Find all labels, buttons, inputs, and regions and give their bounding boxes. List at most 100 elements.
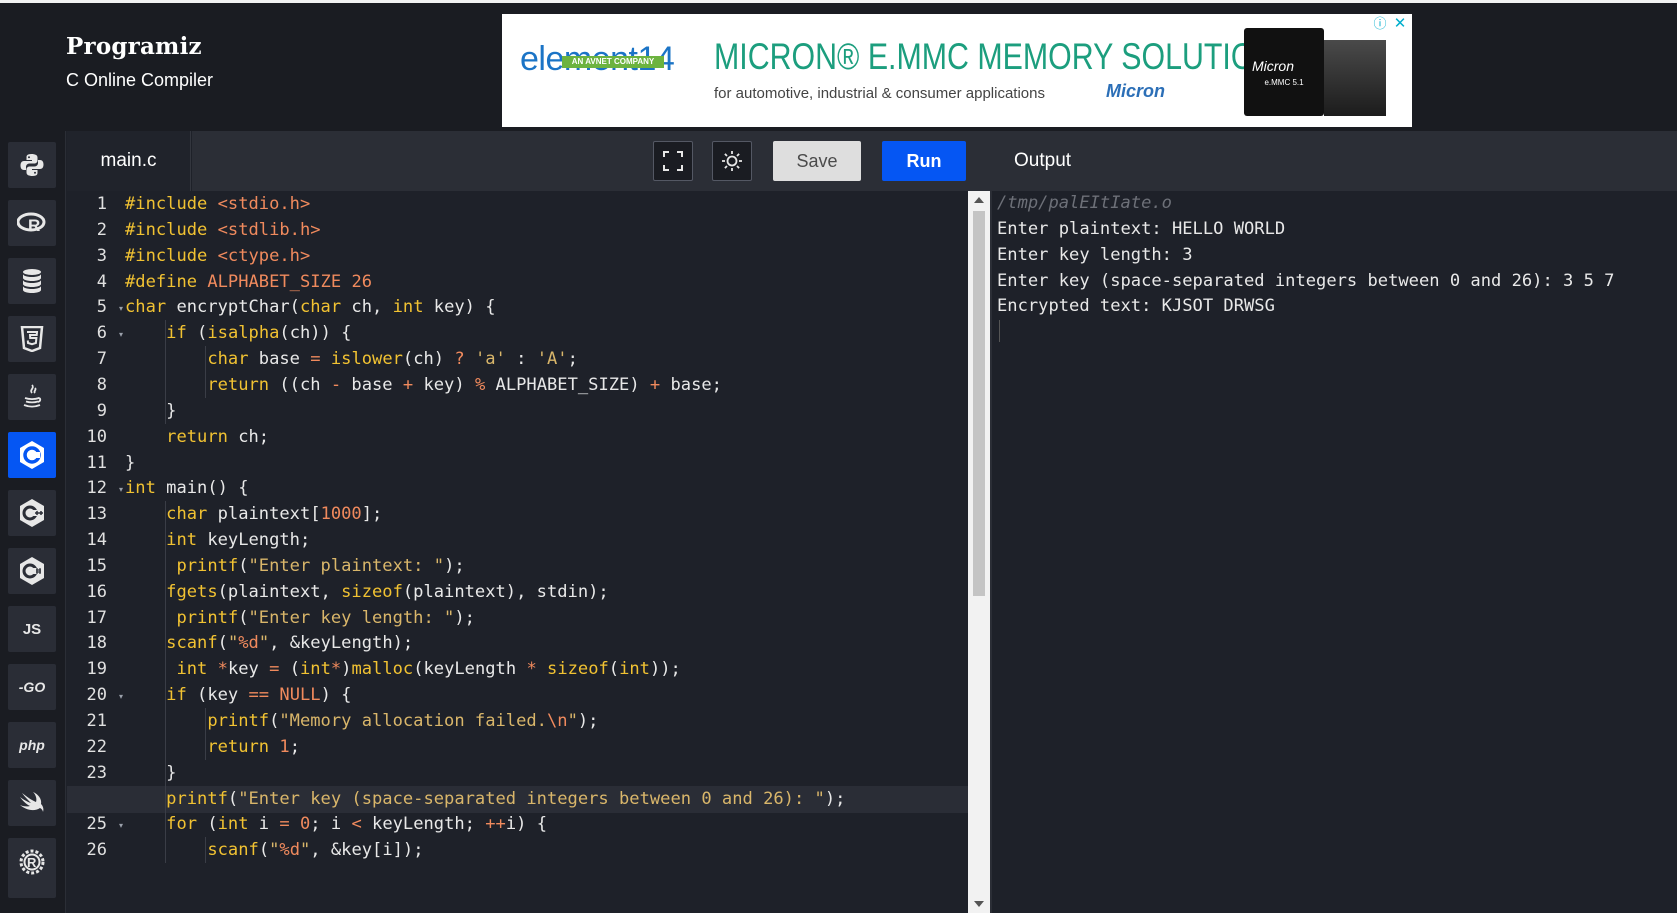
tab-main-c[interactable]: main.c (67, 131, 191, 191)
micron-logo: Micron (1106, 81, 1166, 101)
output-header: Output (992, 131, 1677, 191)
lang-javascript-button[interactable]: JS (8, 606, 56, 652)
code-line[interactable]: return ch; (67, 424, 968, 452)
lang-c-button[interactable] (8, 432, 56, 478)
ad-subline: for automotive, industrial & consumer ap… (714, 85, 1045, 102)
code-line[interactable]: if (key == NULL) { (67, 682, 968, 710)
code-line[interactable]: printf("Enter key length: "); (67, 605, 968, 633)
console-cursor (999, 320, 1000, 343)
code-line[interactable]: return 1; (67, 734, 968, 762)
scroll-up-icon[interactable] (974, 197, 984, 203)
scroll-down-icon[interactable] (974, 901, 984, 907)
lang-csharp-button[interactable] (8, 548, 56, 594)
ad-advertiser-tag: AN AVNET COMPANY (562, 56, 664, 68)
lang-cpp-button[interactable] (8, 490, 56, 536)
code-line[interactable]: printf("Memory allocation failed.\n"); (67, 708, 968, 736)
python-icon (20, 154, 44, 176)
code-line[interactable]: int main() { (67, 475, 968, 503)
go-icon: -GO (18, 679, 46, 695)
output-line: Enter key length: 3 (997, 244, 1193, 265)
html5-icon (20, 326, 44, 352)
run-button[interactable]: Run (882, 141, 966, 181)
code-line[interactable]: } (67, 398, 968, 426)
code-line[interactable]: #include <stdio.h> (67, 191, 968, 219)
lang-go-button[interactable]: -GO (8, 664, 56, 710)
indent-guide (165, 501, 166, 812)
indent-guide (205, 837, 206, 864)
lang-php-button[interactable]: php (8, 722, 56, 768)
code-line[interactable]: return ((ch - base + key) % ALPHABET_SIZ… (67, 372, 968, 400)
info-icon[interactable]: ⓘ (1372, 16, 1388, 32)
code-line[interactable]: scanf("%d", &keyLength); (67, 630, 968, 658)
code-editor[interactable]: 1 2 3 4 5 ▾ 6 ▾ 7 8 9 10 11 12 ▾ 13 14 15 16 17 18 19 20 ▾ 21 22 2… (67, 191, 968, 913)
rust-icon: R (19, 849, 45, 875)
code-line[interactable]: if (isalpha(ch)) { (67, 320, 968, 348)
chip-brand: Micron (1252, 58, 1295, 74)
code-line[interactable]: for (int i = 0; i < keyLength; ++i) { (67, 811, 968, 839)
indent-guide (165, 320, 166, 424)
chip-board-image (1324, 40, 1386, 116)
output-path: /tmp/palEItIate.o (997, 193, 1172, 213)
language-sidebar: R JS -GO php R (0, 131, 66, 913)
indent-guide (205, 708, 206, 760)
code-line[interactable]: } (67, 450, 968, 478)
programiz-logo[interactable]: Programiz (66, 33, 213, 60)
svg-text:R: R (28, 216, 40, 235)
ad-headline: MICRON® E.MMC MEMORY SOLUTIONS (714, 36, 1297, 77)
scrollbar-thumb[interactable] (973, 211, 985, 596)
javascript-icon: JS (22, 620, 42, 638)
indent-guide (205, 346, 206, 398)
output-console[interactable]: /tmp/palEItIate.o Enter plaintext: HELLO … (992, 191, 1677, 913)
code-line[interactable]: char base = islower(ch) ? 'a' : 'A'; (67, 346, 968, 374)
indent-guide (165, 811, 166, 864)
c-icon (20, 441, 44, 469)
fullscreen-icon (663, 151, 683, 171)
code-line[interactable]: printf("Enter plaintext: "); (67, 553, 968, 581)
output-line: Enter plaintext: HELLO WORLD (997, 218, 1286, 239)
brand[interactable]: Programiz C Online Compiler (66, 33, 213, 91)
theme-toggle-button[interactable] (712, 141, 752, 181)
swift-icon (20, 792, 44, 812)
sql-icon (23, 269, 41, 293)
editor-scrollbar[interactable] (968, 191, 990, 913)
sun-icon (722, 151, 742, 171)
code-line[interactable]: } (67, 760, 968, 788)
lang-java-button[interactable] (8, 374, 56, 420)
code-line[interactable]: printf("Enter key (space-separated integ… (67, 785, 968, 814)
output-lines: /tmp/palEItIate.o Enter plaintext: HELLO … (997, 191, 1677, 320)
chip-image: Micron e.MMC 5.1 (1244, 28, 1324, 116)
output-line: Enter key (space-separated integers betw… (997, 270, 1615, 291)
r-icon: R (17, 212, 46, 235)
code-line[interactable]: int keyLength; (67, 527, 968, 555)
cpp-icon (20, 499, 44, 527)
toolbar-area (192, 131, 991, 191)
editor-toolbar: main.c Save Run (67, 131, 991, 191)
code-line[interactable]: #define ALPHABET_SIZE 26 (67, 269, 968, 297)
save-button[interactable]: Save (773, 141, 861, 181)
page-title: C Online Compiler (66, 70, 214, 90)
lang-r-button[interactable]: R (8, 200, 56, 246)
lang-html-button[interactable] (8, 316, 56, 362)
lang-sql-button[interactable] (8, 258, 56, 304)
code-line[interactable]: #include <stdlib.h> (67, 217, 968, 245)
php-icon: php (19, 737, 45, 753)
site-header: Programiz C Online Compiler element14 AN… (0, 0, 1677, 131)
svg-text:R: R (27, 855, 37, 870)
code-line[interactable]: int *key = (int*)malloc(keyLength * size… (67, 656, 968, 684)
csharp-icon (20, 557, 44, 585)
code-line[interactable]: fgets(plaintext, sizeof(plaintext), stdi… (67, 579, 968, 607)
lang-swift-button[interactable] (8, 780, 56, 826)
code-line[interactable]: #include <ctype.h> (67, 243, 968, 271)
advertisement-banner[interactable]: element14 AN AVNET COMPANY MICRON® E.MMC… (502, 14, 1412, 127)
close-icon[interactable]: ✕ (1392, 16, 1408, 32)
chip-label: e.MMC 5.1 (1264, 78, 1304, 87)
code-line[interactable]: scanf("%d", &key[i]); (67, 837, 968, 865)
lang-python-button[interactable] (8, 142, 56, 188)
fullscreen-button[interactable] (653, 141, 693, 181)
java-icon (23, 384, 42, 408)
code-content[interactable]: #include <stdio.h> #include <stdlib.h> #in… (67, 191, 968, 913)
code-line[interactable]: char plaintext[1000]; (67, 501, 968, 529)
code-line[interactable]: char encryptChar(char ch, int key) { (67, 294, 968, 322)
output-line: Encrypted text: KJSOT DRWSG (997, 296, 1275, 317)
lang-rust-button[interactable]: R (8, 838, 56, 898)
